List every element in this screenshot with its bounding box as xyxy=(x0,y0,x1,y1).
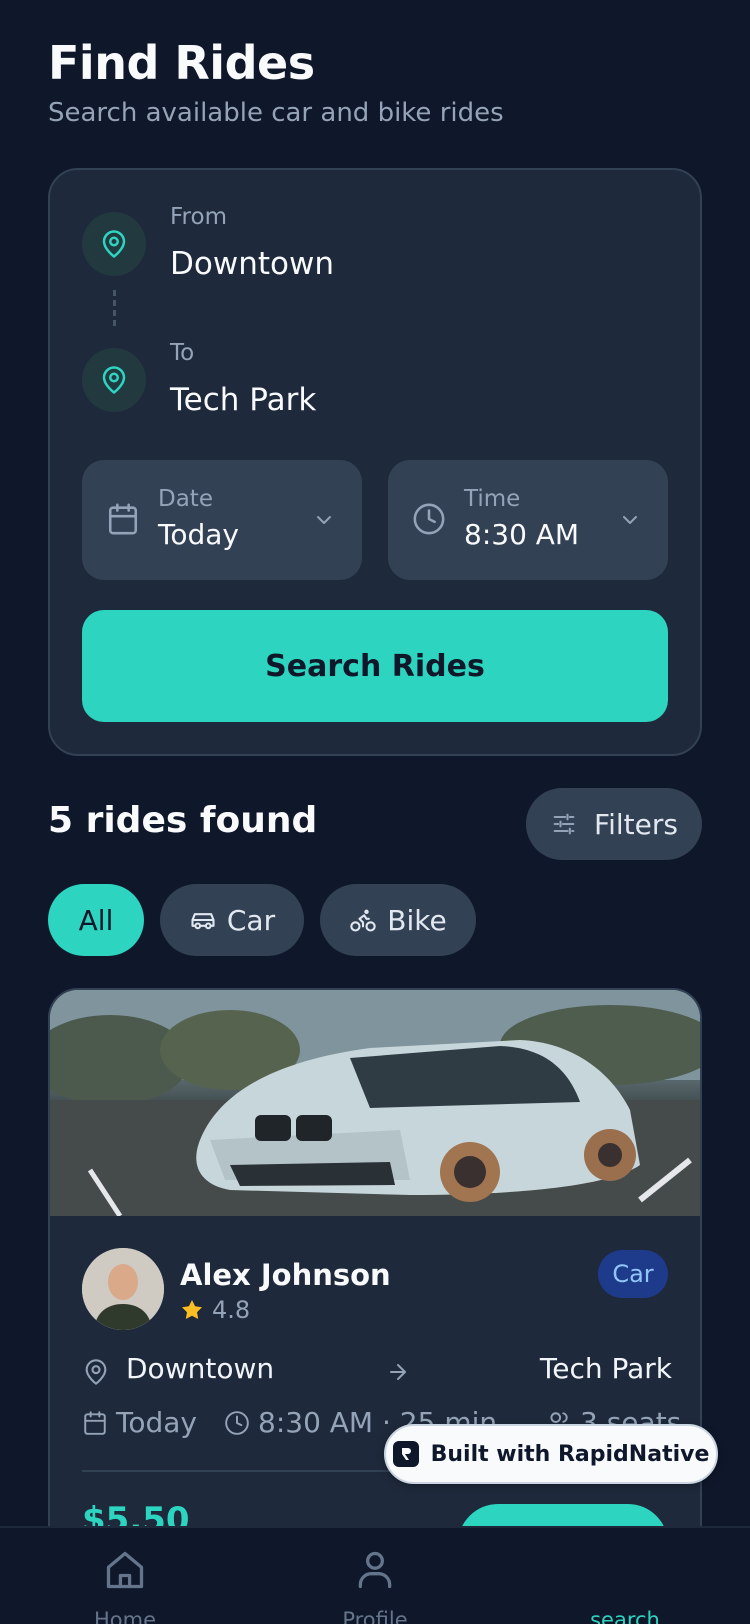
filters-label: Filters xyxy=(594,807,678,841)
from-field[interactable]: Downtown xyxy=(170,246,334,282)
car-icon xyxy=(191,913,215,930)
search-rides-button[interactable]: Search Rides xyxy=(82,610,668,722)
avatar xyxy=(82,1248,164,1330)
chip-all-label: All xyxy=(78,903,114,937)
tab-profile[interactable]: Profile xyxy=(250,1528,500,1624)
ride-date-text: Today xyxy=(116,1406,197,1439)
to-pin-icon xyxy=(82,348,146,412)
time-label: Time xyxy=(464,486,521,512)
car-photo xyxy=(50,990,700,1216)
built-with-text: Built with RapidNative xyxy=(430,1441,710,1467)
route-connector xyxy=(113,290,116,326)
ride-type-badge: Car xyxy=(598,1250,668,1298)
tab-home-label: Home xyxy=(93,1608,156,1624)
chip-bike[interactable]: Bike xyxy=(320,884,476,956)
time-picker[interactable]: Time 8:30 AM xyxy=(388,460,668,580)
results-count: 5 rides found xyxy=(48,800,318,841)
tab-search[interactable]: search xyxy=(500,1528,750,1624)
user-icon xyxy=(358,1551,392,1589)
chip-car-label: Car xyxy=(226,903,276,937)
calendar-icon xyxy=(108,503,138,535)
bike-icon xyxy=(350,909,376,932)
ride-from: Downtown xyxy=(126,1352,275,1385)
filters-button[interactable]: Filters xyxy=(526,788,702,860)
tab-profile-label: Profile xyxy=(342,1608,408,1624)
built-with-badge[interactable]: Built with RapidNative xyxy=(384,1424,718,1484)
search-card: From Downtown To Tech Park Date Today Ti… xyxy=(48,168,702,756)
clock-icon xyxy=(413,503,445,535)
chevron-down-icon xyxy=(623,516,637,524)
page-subtitle: Search available car and bike rides xyxy=(48,98,504,128)
date-picker[interactable]: Date Today xyxy=(82,460,362,580)
from-pin-icon xyxy=(82,212,146,276)
home-icon xyxy=(106,1551,144,1589)
clock-icon xyxy=(225,1410,249,1435)
driver-name: Alex Johnson xyxy=(180,1258,391,1292)
chevron-down-icon xyxy=(317,516,331,524)
ride-route: Downtown Tech Park xyxy=(82,1352,672,1392)
chip-car[interactable]: Car xyxy=(160,884,304,956)
ride-to: Tech Park xyxy=(539,1352,672,1385)
chip-all[interactable]: All xyxy=(48,884,144,956)
calendar-icon xyxy=(84,1410,106,1435)
to-label: To xyxy=(170,340,195,366)
tab-home[interactable]: Home xyxy=(0,1528,250,1624)
driver-rating: 4.8 xyxy=(180,1296,250,1324)
page-title: Find Rides xyxy=(48,36,315,90)
date-label: Date xyxy=(158,486,213,512)
star-icon xyxy=(182,1300,202,1319)
pin-icon xyxy=(85,1359,107,1385)
ride-date: Today xyxy=(82,1406,197,1439)
date-value: Today xyxy=(158,518,239,551)
rapidnative-logo-icon xyxy=(392,1441,419,1467)
bottom-tab-bar: Home Profile search xyxy=(0,1526,750,1624)
rating-value: 4.8 xyxy=(212,1296,251,1324)
to-field[interactable]: Tech Park xyxy=(170,382,316,418)
time-value: 8:30 AM xyxy=(464,518,580,551)
from-label: From xyxy=(170,204,227,230)
chip-bike-label: Bike xyxy=(387,903,447,937)
arrow-right-icon xyxy=(390,1364,406,1380)
tab-search-label: search xyxy=(590,1608,660,1624)
sliders-icon xyxy=(553,813,575,835)
